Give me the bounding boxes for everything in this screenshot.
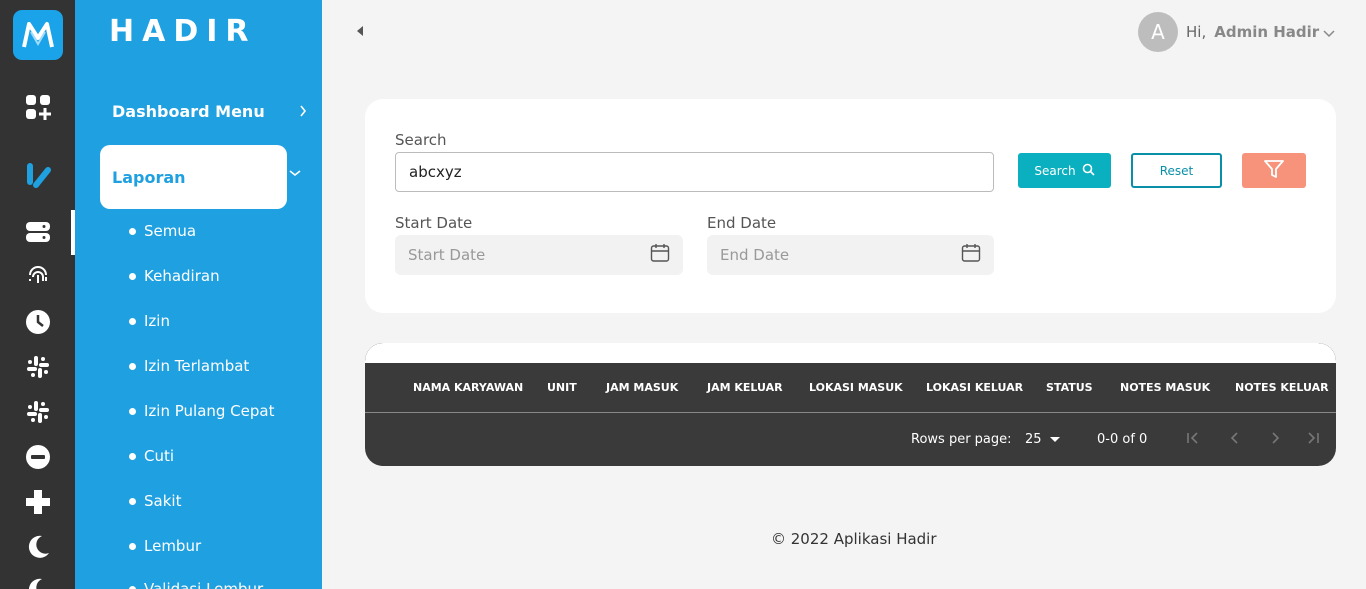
minus-circle-icon[interactable] <box>22 441 54 473</box>
bullet-icon <box>129 362 136 370</box>
sidebar-subitem-label: Sakit <box>144 492 182 510</box>
sidebar-subitem-label: Semua <box>144 222 197 240</box>
column-header[interactable]: STATUS <box>1046 381 1093 394</box>
sidebar-subitem[interactable]: Izin Pulang Cepat <box>129 402 274 420</box>
sidebar-item-laporan[interactable]: Laporan <box>100 145 287 209</box>
apps-add-icon[interactable] <box>22 91 54 123</box>
bullet-icon <box>129 542 136 550</box>
column-header[interactable]: JAM KELUAR <box>707 381 783 394</box>
search-input[interactable] <box>395 152 994 192</box>
brand-title: HADIR <box>109 14 257 49</box>
column-header[interactable]: NOTES KELUAR <box>1235 381 1329 394</box>
data-table: NAMA KARYAWAN UNIT JAM MASUK JAM KELUAR … <box>365 343 1336 466</box>
pagination-range: 0-0 of 0 <box>1097 432 1148 447</box>
sidebar-subitem[interactable]: Kehadiran <box>129 267 220 285</box>
sidebar-subitem-label: Validasi Lembur <box>144 580 264 589</box>
sidebar-subitem[interactable]: Izin Terlambat <box>129 357 249 375</box>
end-date-field[interactable]: End Date <box>707 235 994 275</box>
search-card: Search Search Reset Start Date Start Dat… <box>365 99 1336 313</box>
search-icon <box>1082 163 1095 179</box>
last-page-icon[interactable] <box>1305 430 1321 450</box>
start-date-placeholder: Start Date <box>408 246 486 264</box>
plus-icon[interactable] <box>22 486 54 518</box>
moon-icon-2[interactable] <box>22 574 54 589</box>
sidebar-subitem[interactable]: Validasi Lembur <box>129 580 263 589</box>
rows-per-page-value: 25 <box>1025 432 1042 447</box>
sidebar-subitem-label: Izin <box>144 312 170 330</box>
first-page-icon[interactable] <box>1185 430 1201 450</box>
sidebar-subitem[interactable]: Cuti <box>129 447 174 465</box>
next-page-icon[interactable] <box>1267 430 1283 450</box>
greeting-text: Hi, <box>1186 23 1207 41</box>
table-top <box>365 343 1336 363</box>
app-logo-icon[interactable] <box>13 10 63 60</box>
chart-icon[interactable] <box>22 158 54 190</box>
sidebar-subitem-label: Lembur <box>144 537 202 555</box>
chevron-right-icon <box>299 102 307 121</box>
sidebar-subitem-label: Izin Pulang Cepat <box>144 402 275 420</box>
caret-down-icon <box>1049 436 1060 442</box>
calendar-icon[interactable] <box>961 243 981 267</box>
bullet-icon <box>129 407 136 415</box>
sidebar-subitem[interactable]: Izin <box>129 312 170 330</box>
bullet-icon <box>129 272 136 280</box>
previous-page-icon[interactable] <box>1227 430 1243 450</box>
column-header[interactable]: NOTES MASUK <box>1120 381 1210 394</box>
start-date-label: Start Date <box>395 214 473 232</box>
collapse-sidebar-icon[interactable] <box>357 26 363 36</box>
rows-per-page-select[interactable]: 25 <box>1025 432 1060 447</box>
bullet-icon <box>129 497 136 505</box>
rows-per-page-label: Rows per page: <box>911 432 1012 447</box>
user-menu[interactable]: A Hi, Admin Hadir <box>1138 12 1335 52</box>
sidebar-subitem[interactable]: Sakit <box>129 492 181 510</box>
server-icon[interactable] <box>22 216 54 248</box>
column-header[interactable]: LOKASI KELUAR <box>926 381 1023 394</box>
calendar-icon[interactable] <box>650 243 670 267</box>
sidebar-item-dashboard-menu[interactable]: Dashboard Menu <box>112 100 307 122</box>
avatar: A <box>1138 12 1178 52</box>
sidebar: HADIR Dashboard Menu Laporan Semua Kehad… <box>75 0 322 589</box>
sidebar-subitem[interactable]: Semua <box>129 222 196 240</box>
footer-text: © 2022 Aplikasi Hadir <box>771 530 937 548</box>
end-date-label: End Date <box>707 214 777 232</box>
username-text: Admin Hadir <box>1214 23 1320 41</box>
end-date-placeholder: End Date <box>720 246 790 264</box>
column-header[interactable]: LOKASI MASUK <box>809 381 903 394</box>
sidebar-item-label: Laporan <box>112 167 186 187</box>
column-header[interactable]: UNIT <box>547 381 577 394</box>
filter-icon <box>1263 158 1285 183</box>
icon-rail <box>0 0 75 589</box>
bullet-icon <box>129 317 136 325</box>
slack-icon-2[interactable] <box>22 396 54 428</box>
search-button[interactable]: Search <box>1018 153 1111 188</box>
chevron-down-icon[interactable] <box>289 166 301 180</box>
bullet-icon <box>129 452 136 460</box>
fingerprint-icon[interactable] <box>22 259 54 291</box>
start-date-field[interactable]: Start Date <box>395 235 683 275</box>
filter-button[interactable] <box>1242 153 1306 188</box>
moon-icon[interactable] <box>22 531 54 563</box>
chevron-down-icon <box>1323 23 1335 42</box>
column-header[interactable]: NAMA KARYAWAN <box>413 381 523 394</box>
slack-icon[interactable] <box>22 351 54 383</box>
search-button-label: Search <box>1034 163 1076 178</box>
bullet-icon <box>129 227 136 235</box>
sidebar-item-label: Dashboard Menu <box>112 101 265 121</box>
search-label: Search <box>395 131 447 149</box>
bullet-icon <box>129 585 136 589</box>
sidebar-subitem[interactable]: Lembur <box>129 537 201 555</box>
clock-icon[interactable] <box>22 306 54 338</box>
reset-button[interactable]: Reset <box>1131 153 1222 188</box>
sidebar-subitem-label: Kehadiran <box>144 267 220 285</box>
table-pagination: Rows per page: 25 0-0 of 0 <box>365 413 1336 466</box>
column-header[interactable]: JAM MASUK <box>606 381 678 394</box>
sidebar-subitem-label: Izin Terlambat <box>144 357 250 375</box>
sidebar-subitem-label: Cuti <box>144 447 175 465</box>
table-header: NAMA KARYAWAN UNIT JAM MASUK JAM KELUAR … <box>365 363 1336 413</box>
